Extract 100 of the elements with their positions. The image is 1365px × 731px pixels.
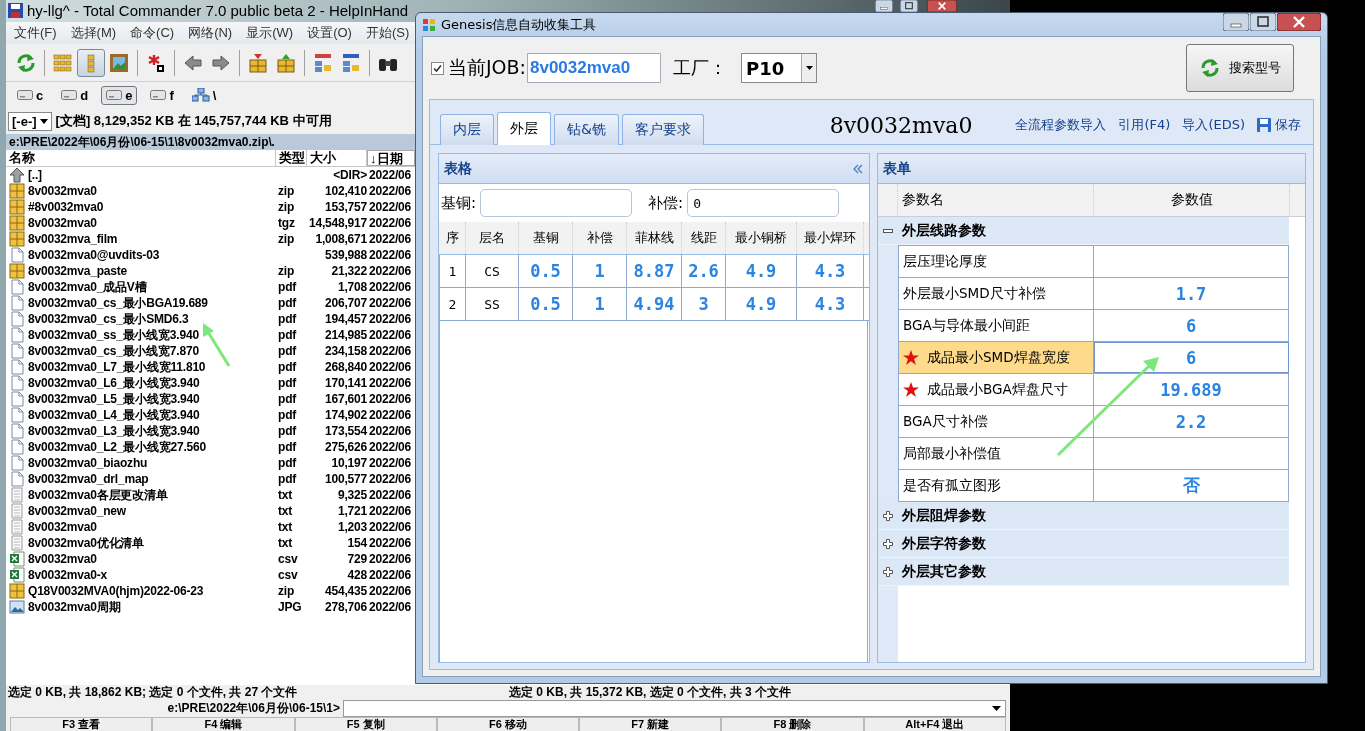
param-value[interactable]: 6: [1094, 342, 1289, 373]
param-name[interactable]: 外层最小SMD尺寸补偿: [898, 278, 1094, 309]
maximize-icon[interactable]: [897, 0, 921, 12]
file-name[interactable]: 8v0032mva0_L7_最小线宽11.810: [28, 358, 206, 376]
toolbar-link[interactable]: 导入(EDS): [1182, 116, 1245, 134]
collapse-icon[interactable]: [853, 163, 863, 174]
file-name[interactable]: 8v0032mva0_L6_最小线宽3.940: [28, 374, 200, 392]
toolbar-link[interactable]: 全流程参数导入: [1015, 116, 1107, 134]
column-header[interactable]: 参数值: [1094, 184, 1290, 216]
param-name[interactable]: 成品最小SMD焊盘宽度: [898, 342, 1094, 373]
file-name[interactable]: 8v0032mva0_biaozhu: [28, 456, 148, 470]
column-header[interactable]: 层名: [466, 222, 519, 254]
menu-item[interactable]: 显示(W): [246, 24, 294, 42]
plus-icon[interactable]: [883, 510, 893, 521]
function-key-button[interactable]: F4 编辑: [152, 717, 295, 731]
save-button[interactable]: 保存: [1257, 116, 1301, 134]
column-header[interactable]: 类型: [276, 150, 307, 166]
file-name[interactable]: 8v0032mva0_cs_最小BGA19.689: [28, 294, 208, 312]
file-name[interactable]: 8v0032mva0优化清单: [28, 534, 144, 552]
column-header[interactable]: 补偿: [573, 222, 627, 254]
tab[interactable]: 钻&铣: [554, 114, 619, 145]
file-name[interactable]: #8v0032mva0: [28, 200, 104, 214]
menu-item[interactable]: 文件(F): [14, 24, 57, 42]
file-name[interactable]: 8v0032mva0: [28, 216, 97, 230]
tab[interactable]: 客户要求: [621, 114, 704, 145]
function-key-button[interactable]: F6 移动: [436, 717, 580, 731]
function-key-button[interactable]: F8 删除: [721, 717, 864, 731]
column-header[interactable]: 参数名: [898, 184, 1094, 216]
file-name[interactable]: 8v0032mva0_成品V槽: [28, 278, 147, 296]
file-name[interactable]: 8v0032mva0_cs_最小线宽7.870: [28, 342, 199, 360]
drive-button[interactable]: f: [145, 85, 179, 105]
dropdown-arrow-icon[interactable]: [992, 706, 1001, 711]
group-header[interactable]: 外层其它参数: [878, 558, 1289, 586]
menu-item[interactable]: 开始(S): [365, 24, 410, 42]
file-name[interactable]: 8v0032mva0: [28, 552, 97, 566]
search-button[interactable]: 搜索型号: [1186, 44, 1294, 92]
file-name[interactable]: 8v0032mva0@uvdits-03: [28, 248, 160, 262]
column-header[interactable]: 菲林线: [627, 222, 682, 254]
column-header[interactable]: 名称: [6, 150, 276, 166]
param-name[interactable]: 成品最小BGA焊盘尺寸: [898, 374, 1094, 405]
file-name[interactable]: [..]: [28, 168, 42, 182]
file-name[interactable]: 8v0032mva0_L2_最小线宽27.560: [28, 438, 206, 456]
param-name[interactable]: BGA与导体最小间距: [898, 310, 1094, 341]
file-name[interactable]: 8v0032mva0周期: [28, 598, 121, 616]
file-name[interactable]: 8v0032mva0_L3_最小线宽3.940: [28, 422, 200, 440]
file-name[interactable]: 8v0032mva0各层更改清单: [28, 486, 168, 504]
function-key-button[interactable]: F3 查看: [10, 717, 153, 731]
maximize-icon[interactable]: [1250, 13, 1276, 31]
drive-button[interactable]: c: [12, 85, 49, 105]
file-name[interactable]: 8v0032mva0_L4_最小线宽3.940: [28, 406, 200, 424]
file-name[interactable]: 8v0032mva_paste: [28, 264, 128, 278]
function-key-button[interactable]: Alt+F4 退出: [863, 717, 1006, 731]
plus-icon[interactable]: [883, 566, 893, 577]
plus-icon[interactable]: [883, 538, 893, 549]
menu-item[interactable]: 设置(O): [307, 24, 352, 42]
menu-item[interactable]: 命令(C): [130, 24, 175, 42]
file-name[interactable]: 8v0032mva0_L5_最小线宽3.940: [28, 390, 200, 408]
file-name[interactable]: Q18V0032MVA0(hjm)2022-06-23: [28, 584, 204, 598]
column-header[interactable]: 大小: [307, 150, 367, 166]
group-header[interactable]: 外层字符参数: [878, 530, 1289, 558]
param-name[interactable]: 是否有孤立图形: [898, 470, 1094, 501]
file-name[interactable]: 8v0032mva0: [28, 184, 97, 198]
factory-dropdown[interactable]: P10: [741, 53, 817, 83]
drive-dropdown[interactable]: [-e-]: [8, 111, 52, 131]
column-header[interactable]: 线距: [682, 222, 726, 254]
file-name[interactable]: 8v0032mva_film: [28, 232, 118, 246]
input-field[interactable]: 0: [687, 189, 840, 217]
minimize-icon[interactable]: [1223, 13, 1249, 31]
file-name[interactable]: 8v0032mva0_ss_最小线宽3.940: [28, 326, 199, 344]
file-name[interactable]: 8v0032mva0_new: [28, 504, 126, 518]
file-name[interactable]: 8v0032mva0: [28, 520, 97, 534]
function-key-button[interactable]: F7 新建: [579, 717, 722, 731]
file-name[interactable]: 8v0032mva0-x: [28, 568, 107, 582]
minimize-icon[interactable]: [872, 0, 896, 12]
param-name[interactable]: 局部最小补偿值: [898, 438, 1094, 469]
menu-item[interactable]: 选择(M): [70, 24, 117, 42]
column-header[interactable]: 基铜: [519, 222, 573, 254]
command-field[interactable]: [343, 700, 1006, 717]
menu-item[interactable]: 网络(N): [188, 24, 233, 42]
file-name[interactable]: 8v0032mva0_cs_最小SMD6.3: [28, 310, 189, 328]
file-name[interactable]: 8v0032mva0_drl_map: [28, 472, 149, 486]
toolbar-link[interactable]: 引用(F4): [1118, 116, 1171, 134]
tab[interactable]: 内层: [440, 114, 494, 145]
checkbox[interactable]: [431, 61, 444, 75]
close-icon[interactable]: [1277, 13, 1321, 31]
drive-button[interactable]: \: [186, 85, 222, 105]
group-header[interactable]: 外层线路参数: [878, 217, 1289, 245]
tab[interactable]: 外层: [497, 112, 551, 145]
param-name[interactable]: 层压理论厚度: [898, 246, 1094, 277]
job-field[interactable]: 8v0032mva0: [527, 53, 661, 83]
drive-button[interactable]: e: [101, 85, 138, 105]
drive-button[interactable]: d: [56, 85, 94, 105]
column-header[interactable]: 序: [439, 222, 466, 254]
function-key-button[interactable]: F5 复制: [294, 717, 437, 731]
column-header[interactable]: 最小铜桥: [726, 222, 797, 254]
group-header[interactable]: 外层阻焊参数: [878, 502, 1289, 530]
column-header[interactable]: 最小焊环: [797, 222, 864, 254]
column-header[interactable]: ↓日期: [367, 150, 415, 166]
param-name[interactable]: BGA尺寸补偿: [898, 406, 1094, 437]
input-field[interactable]: [480, 189, 633, 217]
